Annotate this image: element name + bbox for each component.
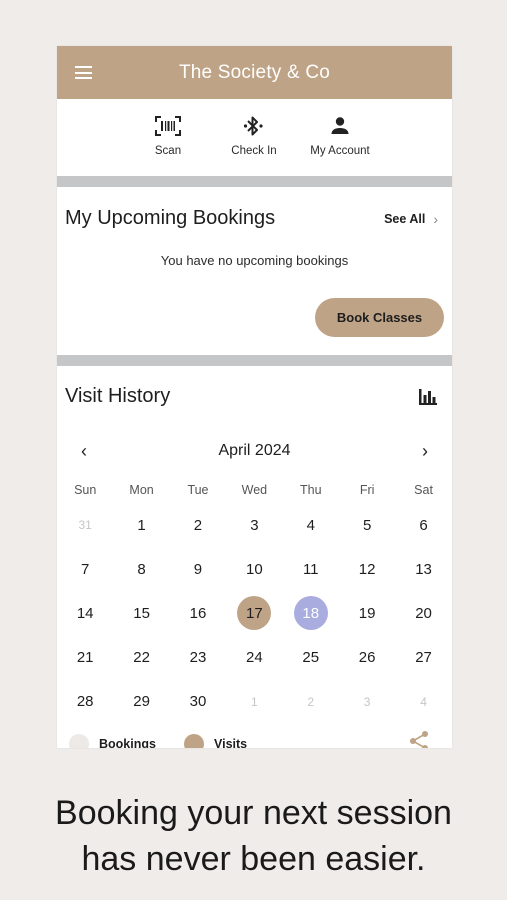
calendar-day[interactable]: 20 [407,596,441,630]
scan-button[interactable]: Scan [128,115,208,157]
calendar-day[interactable]: 12 [350,552,384,586]
calendar-day[interactable]: 5 [350,508,384,542]
see-all-label: See All [384,212,426,226]
weekday-label: Sun [74,483,97,497]
calendar-grid: Sun Mon Tue Wed Thu Fri Sat 31 1 2 3 4 5 6 7 8 9 10 11 12 1… [57,483,452,724]
calendar-day[interactable]: 15 [125,596,159,630]
scan-label: Scan [154,145,182,157]
calendar-week-row: 28 29 30 1 2 3 4 [57,680,452,724]
share-icon[interactable] [408,730,430,748]
calendar-day[interactable]: 29 [125,685,159,719]
weekday-label: Tue [187,483,209,497]
see-all-link[interactable]: See All › [384,211,438,227]
legend-visits-label: Visits [214,737,248,748]
legend-visits: Visits [184,734,247,748]
previous-month-icon[interactable]: ‹ [81,441,87,462]
calendar-day[interactable]: 2 [181,508,215,542]
hamburger-menu-icon[interactable] [75,66,92,79]
weekday-label: Wed [241,483,268,497]
calendar-day[interactable]: 1 [125,508,159,542]
calendar-day[interactable]: 2 [294,685,328,719]
weekday-label: Sat [414,483,433,497]
calendar-week-row: 31 1 2 3 4 5 6 [57,503,452,547]
calendar-week-row: 14 15 16 17 18 19 20 [57,591,452,635]
calendar-day[interactable]: 19 [350,596,384,630]
next-month-icon[interactable]: › [422,441,428,462]
calendar-day[interactable]: 28 [68,685,102,719]
calendar-day[interactable]: 26 [350,641,384,675]
calendar-day[interactable]: 22 [125,641,159,675]
calendar-day[interactable]: 13 [407,552,441,586]
calendar-day[interactable]: 14 [68,596,102,630]
weekday-header: Sun Mon Tue Wed Thu Fri Sat [57,483,452,497]
calendar-day[interactable]: 6 [407,508,441,542]
check-in-label: Check In [231,145,277,157]
visits-dot [184,734,204,748]
legend-bookings: Bookings [69,734,156,748]
calendar-day[interactable]: 10 [237,552,271,586]
person-icon [330,115,350,137]
empty-bookings-message: You have no upcoming bookings [160,253,349,268]
my-account-label: My Account [310,145,370,157]
bluetooth-icon [243,115,265,137]
calendar-week-row: 7 8 9 10 11 12 13 [57,547,452,591]
app-title: The Society & Co [178,61,331,83]
visit-history-card: Visit History ‹ April 2024 › Sun Mon Tue We… [57,366,452,748]
calendar-weeks: 31 1 2 3 4 5 6 7 8 9 10 11 12 13 14 15 16 17 18 19 20 21 22 23 2… [57,503,452,724]
app-bar: The Society & Co [57,46,452,99]
calendar-day[interactable]: 21 [68,641,102,675]
promo-tagline: Booking your next session has never been… [0,790,507,882]
my-account-button[interactable]: My Account [300,115,380,157]
bookings-dot [69,734,89,748]
chevron-right-icon: › [433,211,438,227]
calendar-day[interactable]: 24 [237,641,271,675]
upcoming-bookings-card: My Upcoming Bookings See All › You have … [57,187,452,355]
bar-chart-icon[interactable] [418,388,438,411]
weekday-label: Thu [299,483,322,497]
calendar-day[interactable]: 16 [181,596,215,630]
calendar-legend: Bookings Visits [57,726,452,748]
calendar-day[interactable]: 27 [407,641,441,675]
tagline-line-1: Booking your next session [55,794,452,832]
app-screen: The Society & Co Scan Check In My Accoun… [57,46,452,748]
calendar-day[interactable]: 11 [294,552,328,586]
calendar-day-today[interactable]: 18 [293,596,328,631]
book-classes-button[interactable]: Book Classes [315,298,444,337]
calendar-day[interactable]: 23 [181,641,215,675]
calendar-day[interactable]: 3 [350,685,384,719]
weekday-label: Mon [129,483,154,497]
calendar-day[interactable]: 7 [68,552,102,586]
month-navigator: ‹ April 2024 › [57,441,452,462]
section-divider [57,355,452,366]
calendar-day[interactable]: 25 [294,641,328,675]
calendar-day[interactable]: 30 [181,685,215,719]
legend-bookings-label: Bookings [99,737,156,748]
month-label: April 2024 [218,442,291,459]
tagline-line-2: has never been easier. [81,840,426,878]
calendar-day-visit[interactable]: 17 [237,596,272,631]
quick-actions: Scan Check In My Account [57,99,452,176]
visit-history-title: Visit History [65,385,171,407]
check-in-button[interactable]: Check In [214,115,294,157]
calendar-day[interactable]: 4 [294,508,328,542]
calendar-day[interactable]: 8 [125,552,159,586]
weekday-label: Fri [359,483,375,497]
calendar-day[interactable]: 1 [237,685,271,719]
calendar-day[interactable]: 31 [68,508,102,542]
calendar-day[interactable]: 3 [237,508,271,542]
barcode-scan-icon [155,115,181,137]
calendar-day[interactable]: 4 [407,685,441,719]
bookings-title: My Upcoming Bookings [65,207,276,229]
calendar-week-row: 21 22 23 24 25 26 27 [57,636,452,680]
section-divider [57,176,452,187]
calendar-day[interactable]: 9 [181,552,215,586]
